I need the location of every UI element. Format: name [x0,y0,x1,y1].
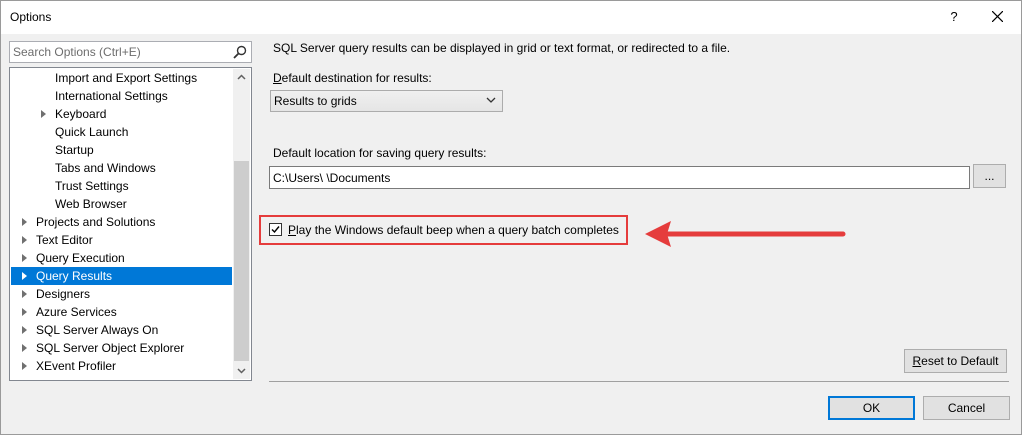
tree-item-label: SQL Server Object Explorer [36,341,185,355]
search-input[interactable] [13,43,228,61]
browse-button[interactable]: ... [973,164,1006,188]
help-button[interactable]: ? [939,5,969,29]
options-dialog: Options ? Import and Export Settings Int… [0,0,1022,435]
tree-item-label: Projects and Solutions [36,215,156,229]
location-input[interactable]: C:\Users\ \Documents [269,166,970,189]
tree-item-trust-settings[interactable]: Trust Settings [11,177,232,195]
expand-icon[interactable] [22,344,27,352]
scroll-thumb[interactable] [234,161,249,361]
expand-icon[interactable] [41,110,46,118]
tree-item-text-editor[interactable]: Text Editor [11,231,232,249]
tree-item-label: Startup [55,143,94,157]
tree-item-keyboard[interactable]: Keyboard [11,105,232,123]
tree-item-label: Web Browser [55,197,127,211]
tree-item-label: XEvent Profiler [36,359,117,373]
expand-icon[interactable] [22,362,27,370]
tree-item-label: Tabs and Windows [55,161,156,175]
tree-item-international-settings[interactable]: International Settings [11,87,232,105]
tree-item-label: Quick Launch [55,125,129,139]
destination-select-value: Results to grids [274,94,357,108]
title-bar: Options ? [1,1,1021,34]
tree-item-label: Text Editor [36,233,93,247]
destination-label-accelerator: D [273,71,282,85]
reset-accelerator: R [912,354,922,368]
beep-checkbox-label[interactable]: Play the Windows default beep when a que… [288,223,619,237]
destination-label-text: efault destination for results: [281,71,432,85]
expand-icon[interactable] [22,326,27,334]
tree-scrollbar[interactable] [233,69,250,379]
destination-label: Default destination for results: [273,71,432,85]
options-tree: Import and Export Settings International… [9,67,252,381]
destination-select[interactable]: Results to grids [270,90,503,112]
tree-item-label: Designers [36,287,91,301]
tree-item-startup[interactable]: Startup [11,141,232,159]
tree-item-sql-server-always-on[interactable]: SQL Server Always On [11,321,232,339]
tree-item-label: International Settings [55,89,168,103]
cancel-button[interactable]: Cancel [923,396,1010,420]
scroll-down-button[interactable] [233,362,250,379]
search-icon[interactable] [232,44,248,60]
tree-item-web-browser[interactable]: Web Browser [11,195,232,213]
expand-icon[interactable] [22,236,27,244]
expand-icon[interactable] [22,290,27,298]
page-description: SQL Server query results can be displaye… [273,41,731,55]
reset-to-default-button[interactable]: Reset to Default [904,349,1007,373]
beep-checkbox[interactable] [269,223,282,236]
location-input-value: C:\Users\ \Documents [273,171,391,185]
expand-icon[interactable] [22,254,27,262]
expand-icon[interactable] [22,272,27,280]
tree-item-query-results[interactable]: Query Results [11,267,232,285]
arrow-left-icon [645,221,846,247]
tree-item-quick-launch[interactable]: Quick Launch [11,123,232,141]
tree-item-azure-services[interactable]: Azure Services [11,303,232,321]
chevron-up-icon [237,74,246,80]
tree-item-designers[interactable]: Designers [11,285,232,303]
tree-item-label: Import and Export Settings [55,71,198,85]
footer-divider [269,381,1009,382]
close-icon [992,11,1003,22]
close-button[interactable] [983,5,1013,29]
tree-item-label: SQL Server Always On [36,323,159,337]
chevron-down-icon [237,368,246,374]
tree-item-label: Query Results [36,269,113,283]
checkmark-icon [271,226,280,234]
tree-item-query-execution[interactable]: Query Execution [11,249,232,267]
expand-icon[interactable] [22,308,27,316]
beep-label-accelerator: P [288,223,297,237]
chevron-down-icon [486,97,496,103]
reset-label-text: eset to Default [921,354,999,368]
tree-item-projects-and-solutions[interactable]: Projects and Solutions [11,213,232,231]
tree-item-sql-server-object-explorer[interactable]: SQL Server Object Explorer [11,339,232,357]
tree-item-label: Query Execution [36,251,125,265]
beep-label-text: lay the Windows default beep when a quer… [296,223,619,237]
expand-icon[interactable] [22,218,27,226]
tree-item-label: Trust Settings [55,179,129,193]
scroll-up-button[interactable] [233,69,250,86]
ok-button[interactable]: OK [828,396,915,420]
search-box [9,41,252,63]
tree-item-label: Azure Services [36,305,117,319]
tree-item-tabs-and-windows[interactable]: Tabs and Windows [11,159,232,177]
tree-item-label: Keyboard [55,107,107,121]
location-label: Default location for saving query result… [273,146,487,160]
window-title: Options [10,10,52,24]
tree-item-import-export-settings[interactable]: Import and Export Settings [11,69,232,87]
tree-item-xevent-profiler[interactable]: XEvent Profiler [11,357,232,375]
